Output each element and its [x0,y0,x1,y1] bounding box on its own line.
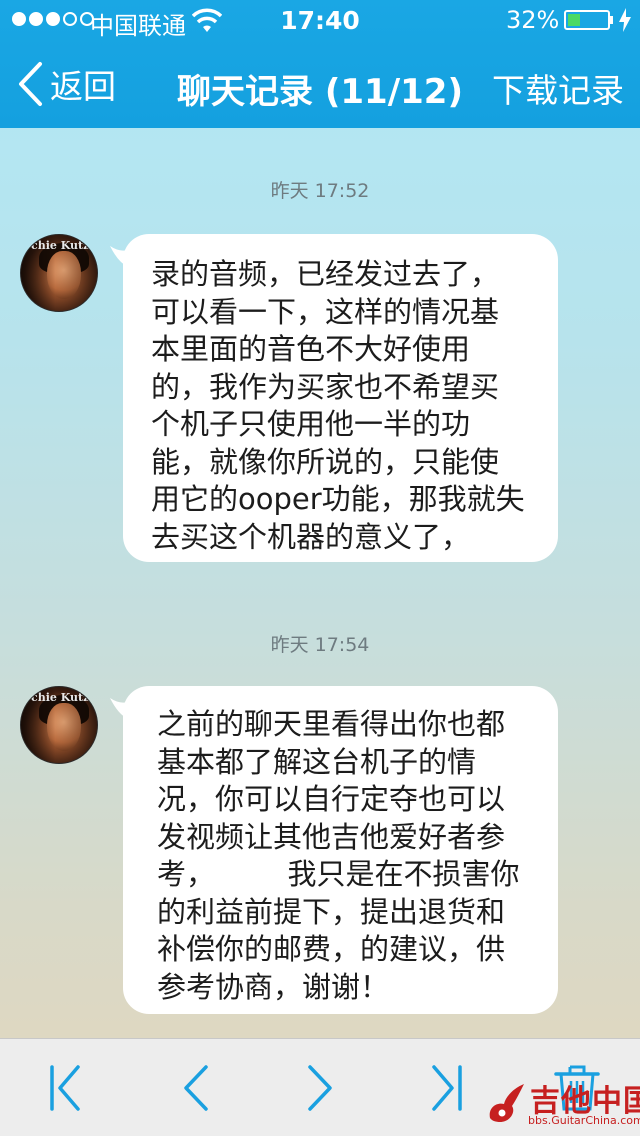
message-bubble: 录的音频，已经发过去了， 可以看一下，这样的情况基 本里面的音色不大好使用 的，… [123,234,558,562]
watermark-url: bbs.GuitarChina.com [528,1114,640,1127]
previous-page-icon[interactable] [172,1061,220,1115]
site-watermark: 吉他中国 bbs.GuitarChina.com [480,1072,640,1136]
battery-tip [610,16,613,24]
message-timestamp: 昨天 17:54 [270,634,370,656]
avatar[interactable]: chie Kutz [20,686,98,764]
chevron-left-icon [19,62,42,106]
battery-percent: 32% [506,6,560,34]
charging-bolt-icon [619,8,631,32]
download-records-button[interactable]: 下载记录 [492,64,624,112]
guitar-logo-icon [489,1084,524,1122]
avatar[interactable]: chie Kutz [20,234,98,312]
status-bar: 中国联通 17:40 32% [0,0,640,40]
navigation-bar: 返回 聊天记录 (11/12) 下载记录 [0,40,640,128]
message-timestamp: 昨天 17:52 [270,180,370,202]
back-label: 返回 [50,67,116,106]
first-page-icon[interactable] [40,1061,88,1115]
next-page-icon[interactable] [296,1061,344,1115]
back-button[interactable]: 返回 [16,60,116,108]
message-bubble: 之前的聊天里看得出你也都 基本都了解这台机子的情 况，你可以自行定夺也可以 发视… [123,686,558,1014]
battery-level-fill [568,14,580,26]
avatar-caption: chie Kutz [31,239,90,252]
avatar-caption: chie Kutz [31,691,90,704]
battery-icon [564,10,610,30]
last-page-icon[interactable] [422,1061,470,1115]
top-bar: 中国联通 17:40 32% 返回 聊天记录 (11/12) 下载记录 [0,0,640,128]
